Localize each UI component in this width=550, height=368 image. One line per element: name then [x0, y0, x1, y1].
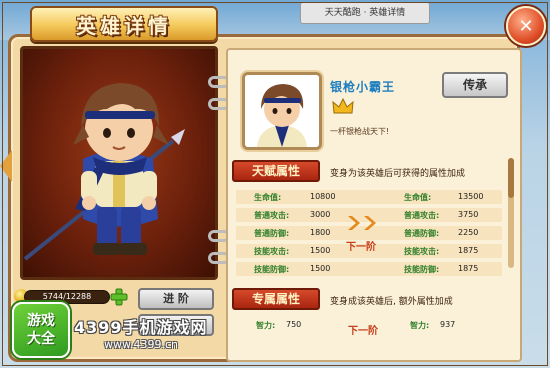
screenshot-border [2, 2, 548, 366]
